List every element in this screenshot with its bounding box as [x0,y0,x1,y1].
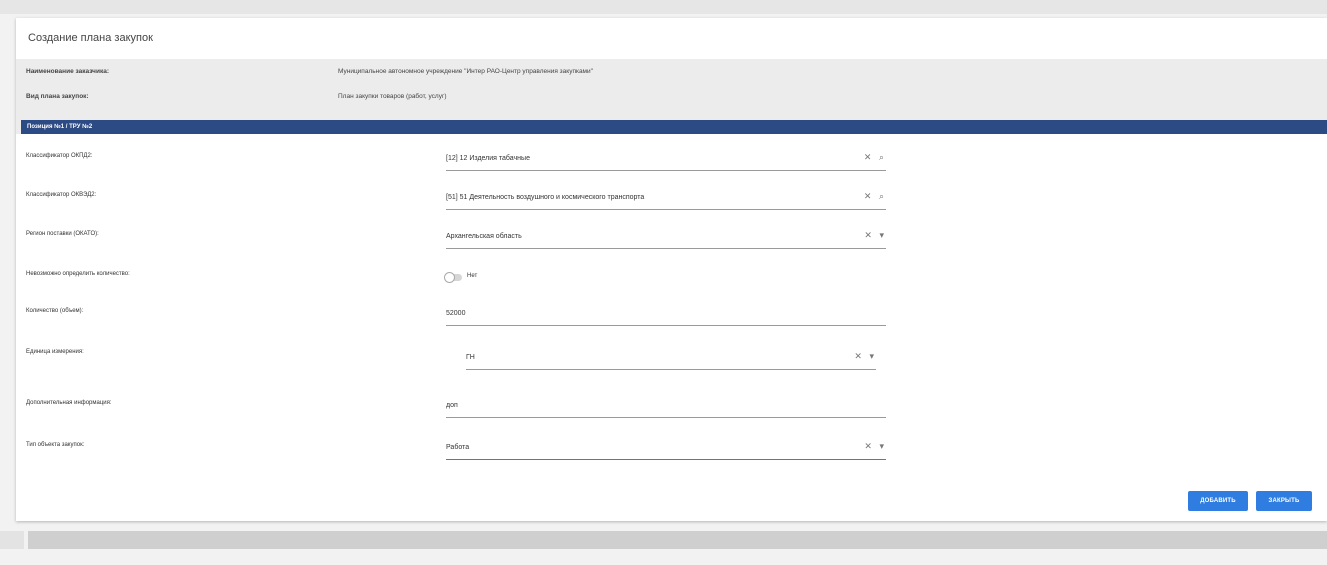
search-icon[interactable]: ⌕ [879,191,884,201]
quantity-value: 52000 [446,310,466,317]
region-select[interactable]: Архангельская область ✕ ▾ [446,229,886,249]
close-button[interactable]: ЗАКРЫТЬ [1256,491,1312,511]
okpd-row: Классификатор ОКПД2: [12] 12 Изделия таб… [16,151,1327,173]
extra-info-label: Дополнительная информация: [26,400,112,406]
unit-value: ГН [466,354,475,361]
clear-icon[interactable]: ✕ [864,152,872,162]
chevron-down-icon[interactable]: ▾ [869,351,874,361]
chevron-down-icon[interactable]: ▾ [879,441,884,451]
object-type-value: Работа [446,444,470,451]
create-plan-dialog: Создание плана закупок Наименование зака… [16,18,1327,521]
region-row: Регион поставки (ОКАТО): Архангельская о… [16,229,1327,251]
object-type-select[interactable]: Работа ✕ ▾ [446,440,886,460]
okved-field[interactable]: [51] 51 Деятельность воздушного и космич… [446,190,886,210]
extra-info-input[interactable]: доп [446,398,886,418]
unit-select[interactable]: ГН ✕ ▾ [466,350,876,370]
okved-label: Классификатор ОКВЭД2: [26,192,97,198]
quantity-row: Количество (объем): 52000 [16,306,1327,328]
no-quantity-toggle[interactable] [444,272,462,283]
chevron-down-icon[interactable]: ▾ [879,230,884,240]
okved-value: [51] 51 Деятельность воздушного и космич… [446,194,645,201]
okved-row: Классификатор ОКВЭД2: [51] 51 Деятельнос… [16,190,1327,212]
customer-label: Наименование заказчика: [26,68,109,75]
plan-type-value: План закупки товаров (работ, услуг) [338,93,447,100]
no-quantity-label: Невозможно определить количество: [26,271,130,277]
top-strip [0,0,1327,14]
object-type-row: Тип объекта закупок: Работа ✕ ▾ [16,440,1327,462]
no-quantity-toggle-text: Нет [467,273,478,279]
okpd-label: Классификатор ОКПД2: [26,153,93,159]
toggle-knob [444,272,455,283]
scrollbar-track-left [0,531,24,549]
add-button[interactable]: ДОБАВИТЬ [1188,491,1248,511]
unit-row: Единица измерения: ГН ✕ ▾ [16,347,1327,370]
position-section-header: Позиция №1 / ТРУ №2 [21,120,1327,134]
okpd-field[interactable]: [12] 12 Изделия табачные ✕ ⌕ [446,151,886,171]
okpd-value: [12] 12 Изделия табачные [446,155,530,162]
clear-icon[interactable]: ✕ [864,230,872,240]
dialog-title: Создание плана закупок [28,32,153,44]
customer-value: Муниципальное автономное учреждение "Инт… [338,68,593,75]
region-label: Регион поставки (ОКАТО): [26,231,99,237]
plan-type-label: Вид плана закупок: [26,93,89,100]
clear-icon[interactable]: ✕ [864,441,872,451]
clear-icon[interactable]: ✕ [854,351,862,361]
horizontal-scrollbar[interactable] [28,531,1327,549]
no-quantity-row: Невозможно определить количество: Нет [16,269,1327,291]
object-type-label: Тип объекта закупок: [26,442,85,448]
quantity-input[interactable]: 52000 [446,306,886,326]
quantity-label: Количество (объем): [26,308,84,314]
clear-icon[interactable]: ✕ [864,191,872,201]
unit-label: Единица измерения: [26,349,84,355]
region-value: Архангельская область [446,233,522,240]
extra-info-row: Дополнительная информация: доп [16,398,1327,420]
extra-info-value: доп [446,402,458,409]
search-icon[interactable]: ⌕ [879,152,884,162]
